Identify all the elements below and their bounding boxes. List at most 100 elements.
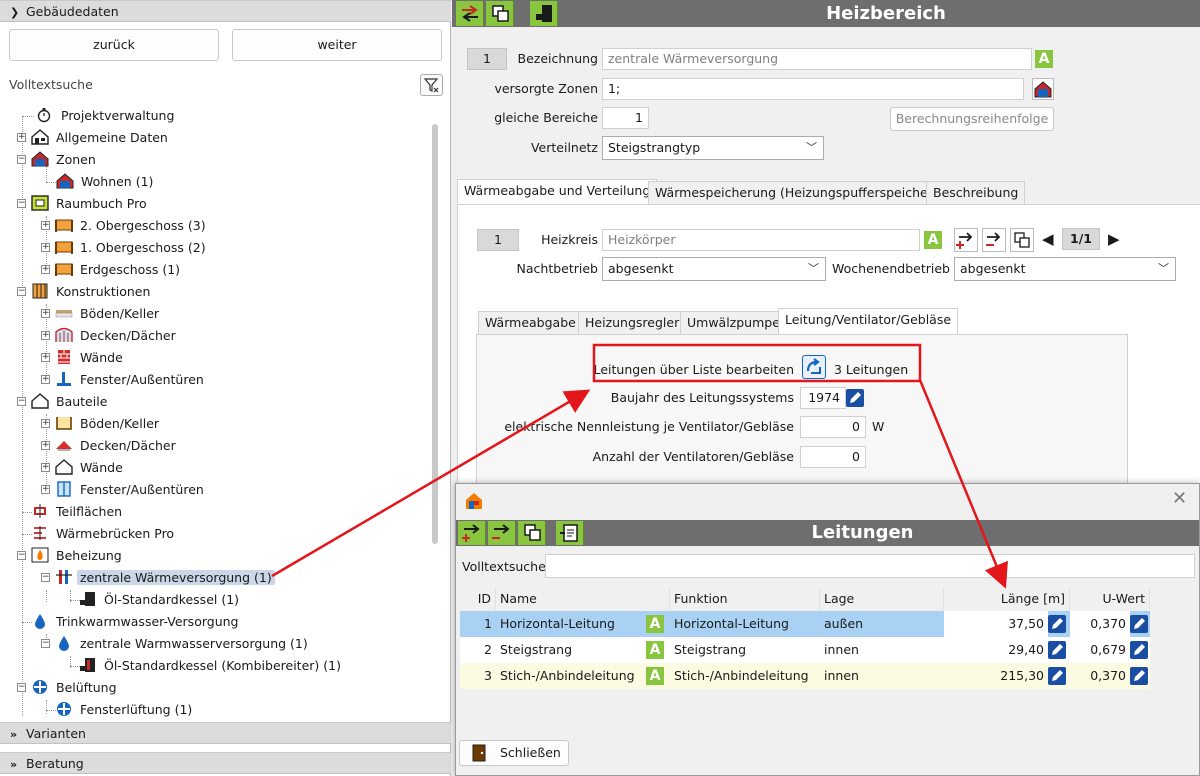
copy-heizkreis-button[interactable] [1010,228,1034,252]
expand-icon[interactable]: + [41,265,50,274]
collapse-icon[interactable]: − [17,155,26,164]
tree-item-beheizung[interactable]: − Beheizung [17,545,125,567]
auto-name-icon[interactable]: A [646,641,664,659]
collapse-icon[interactable]: − [17,683,26,692]
auto-name-icon[interactable]: A [924,231,942,249]
tree-item-konstruktion-waende[interactable]: + Wände [41,347,126,369]
tree-item-erdgeschoss[interactable]: + Erdgeschoss (1) [41,259,183,281]
section-header-beratung[interactable]: » Beratung [0,752,451,774]
tree-item-zonen[interactable]: − Zonen [17,149,99,171]
tree-item-fensterlueftung[interactable]: Fensterlüftung (1) [46,699,195,721]
column-header-uwert[interactable]: U-Wert [1070,588,1150,610]
tree-item-projektverwaltung[interactable]: Projektverwaltung [22,105,177,127]
subtab-waermeabgabe[interactable]: Wärmeabgabe [478,311,583,335]
column-header-funktion[interactable]: Funktion [670,588,820,610]
tree-item-2-obergeschoss[interactable]: + 2. Obergeschoss (3) [41,215,209,237]
tree-item-1-obergeschoss[interactable]: + 1. Obergeschoss (2) [41,237,209,259]
expand-icon[interactable]: + [41,441,50,450]
edit-pencil-icon[interactable] [846,389,864,407]
tree-item-bauteil-waende[interactable]: + Wände [41,457,126,479]
collapse-icon[interactable]: − [17,287,26,296]
subtab-leitung-ventilator[interactable]: Leitung/Ventilator/Gebläse [778,308,959,334]
tree-item-bauteil-boeden[interactable]: + Böden/Keller [41,413,162,435]
column-header-laenge[interactable]: Länge [m] [944,588,1070,610]
tree-item-waermebruecken-pro[interactable]: Wärmebrücken Pro [22,523,177,545]
bezeichnung-input[interactable]: zentrale Wärmeversorgung [602,48,1032,70]
edit-pencil-icon[interactable] [1130,667,1148,685]
close-icon[interactable]: ✕ [1172,488,1187,509]
zonen-input[interactable]: 1; [602,78,1024,100]
tab-waermespeicherung[interactable]: Wärmespeicherung (Heizungspufferspeicher… [648,181,945,205]
tree-item-wohnen[interactable]: Wohnen (1) [46,171,156,193]
expand-icon[interactable]: + [41,419,50,428]
edit-pencil-icon[interactable] [1048,667,1066,685]
auto-name-icon[interactable]: A [646,615,664,633]
auto-name-icon[interactable]: A [1035,50,1053,68]
expand-icon[interactable]: + [41,463,50,472]
filter-button[interactable] [420,74,443,96]
tab-waermeabgabe-verteilung[interactable]: Wärmeabgabe und Verteilung [457,179,658,205]
section-header-varianten[interactable]: » Varianten [0,722,451,744]
add-heizkreis-button[interactable] [954,228,978,252]
collapse-icon[interactable]: − [17,199,26,208]
expand-icon[interactable]: + [41,375,50,384]
collapse-icon[interactable]: − [41,573,50,582]
edit-pencil-icon[interactable] [1048,641,1066,659]
edit-pencil-icon[interactable] [1130,641,1148,659]
next-arrow-icon[interactable]: ▶ [1108,230,1120,248]
subtab-umwaelzpumpe[interactable]: Umwälzpumpe [680,311,787,335]
project-tree[interactable]: Projektverwaltung + Allgemeine Daten − Z… [0,104,440,722]
column-header-lage[interactable]: Lage [820,588,944,610]
table-row[interactable]: 3 Stich-/Anbindeleitung A Stich-/Anbinde… [460,663,1150,689]
table-row[interactable]: 1 Horizontal-Leitung A Horizontal-Leitun… [460,611,1150,637]
tree-item-teilflaechen[interactable]: Teilflächen [22,501,125,523]
tree-scrollbar[interactable] [432,124,438,544]
schliessen-button[interactable]: Schließen [459,740,569,766]
section-header-gebaeudedaten[interactable]: ❯ Gebäudedaten [0,0,451,22]
verteilnetz-select[interactable]: Steigstrangtyp ﹀ [602,136,824,160]
expand-icon[interactable]: + [41,331,50,340]
tree-item-bauteil-fenster[interactable]: + Fenster/Außentüren [41,479,207,501]
tree-item-konstruktionen[interactable]: − Konstruktionen [17,281,153,303]
tree-item-bauteil-decken[interactable]: + Decken/Dächer [41,435,179,457]
back-button[interactable]: zurück [9,29,219,61]
tree-item-oel-standardkessel[interactable]: Öl-Standardkessel (1) [70,589,242,611]
zonen-select-button[interactable] [1032,78,1054,100]
expand-icon[interactable]: + [41,309,50,318]
collapse-icon[interactable]: − [41,639,50,648]
tab-beschreibung[interactable]: Beschreibung [926,181,1026,205]
tree-item-zentrale-warmwasserversorgung[interactable]: − zentrale Warmwasserversorgung (1) [41,633,311,655]
collapse-icon[interactable]: − [17,551,26,560]
collapse-icon[interactable]: − [17,397,26,406]
edit-pencil-icon[interactable] [1130,615,1148,633]
expand-icon[interactable]: + [17,133,26,142]
column-header-id[interactable]: ID [460,588,496,610]
remove-heizkreis-button[interactable] [982,228,1006,252]
previous-arrow-icon[interactable]: ◀ [1042,230,1054,248]
tree-item-belueftung[interactable]: − Belüftung [17,677,120,699]
leitungen-liste-button[interactable] [802,355,826,379]
tree-item-oel-standardkessel-kombi[interactable]: Öl-Standardkessel (Kombibereiter) (1) [70,655,344,677]
column-header-name[interactable]: Name [496,588,670,610]
subtab-heizungsregler[interactable]: Heizungsregler [578,311,687,335]
nachtbetrieb-select[interactable]: abgesenkt ﹀ [602,257,826,281]
expand-icon[interactable]: + [41,221,50,230]
expand-icon[interactable]: + [41,353,50,362]
expand-icon[interactable]: + [41,243,50,252]
next-button[interactable]: weiter [232,29,442,61]
tree-item-trinkwarmwasser[interactable]: Trinkwarmwasser-Versorgung [22,611,241,633]
tree-item-bauteile[interactable]: − Bauteile [17,391,110,413]
wochenendbetrieb-select[interactable]: abgesenkt ﹀ [954,257,1176,281]
anzahl-ventilatoren-input[interactable]: 0 [800,446,866,468]
tree-item-konstruktion-decken[interactable]: + Decken/Dächer [41,325,179,347]
dialog-search-input[interactable] [545,554,1195,578]
expand-icon[interactable]: + [41,485,50,494]
edit-pencil-icon[interactable] [1048,615,1066,633]
tree-item-raumbuch-pro[interactable]: − Raumbuch Pro [17,193,150,215]
auto-name-icon[interactable]: A [646,667,664,685]
tree-item-konstruktion-boeden[interactable]: + Böden/Keller [41,303,162,325]
gleiche-bereiche-input[interactable]: 1 [602,107,649,129]
tree-item-konstruktion-fenster[interactable]: + Fenster/Außentüren [41,369,207,391]
tree-item-zentrale-waermeversorgung[interactable]: − zentrale Wärmeversorgung (1) [41,567,275,589]
berechnungsreihenfolge-button[interactable]: Berechnungsreihenfolge [890,107,1054,131]
